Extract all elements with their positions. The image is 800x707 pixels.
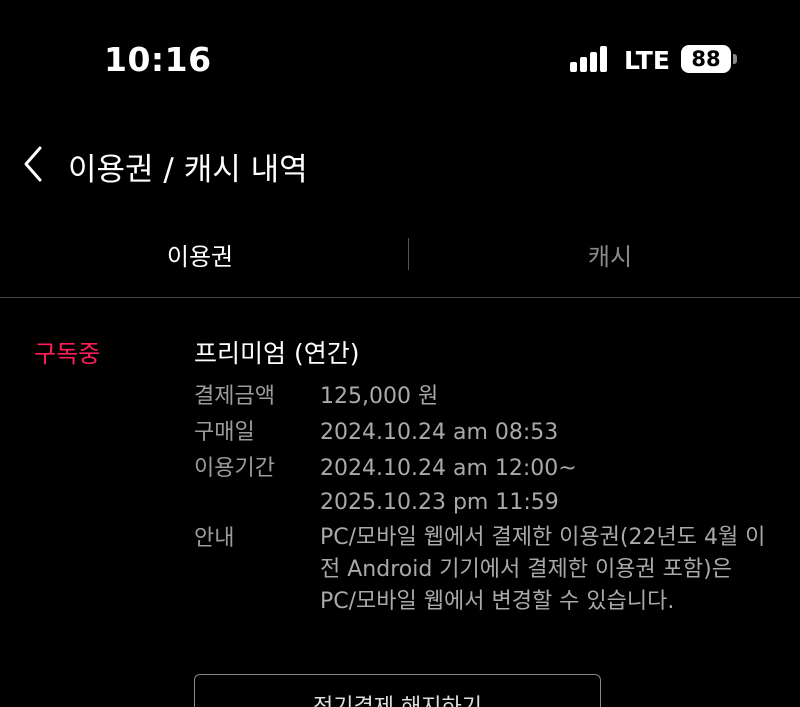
detail-value-period: 2024.10.24 am 12:00~ 2025.10.23 pm 11:59 bbox=[320, 452, 770, 520]
detail-row-notice: 안내 PC/모바일 웹에서 결제한 이용권(22년도 4월 이전 Android… bbox=[194, 522, 784, 618]
battery-icon: 88 bbox=[681, 45, 731, 73]
tab-bar: 이용권 캐시 bbox=[0, 226, 800, 298]
detail-row-purchase-date: 구매일 2024.10.24 am 08:53 bbox=[194, 416, 784, 450]
network-type: LTE bbox=[624, 46, 670, 75]
detail-value-notice: PC/모바일 웹에서 결제한 이용권(22년도 4월 이전 Android 기기… bbox=[320, 525, 766, 614]
battery-cap bbox=[733, 54, 737, 64]
tab-divider bbox=[408, 238, 409, 270]
detail-label: 결제금액 bbox=[194, 384, 275, 409]
back-button[interactable] bbox=[18, 144, 54, 184]
status-time: 10:16 bbox=[104, 40, 212, 79]
cancel-subscription-button[interactable]: 정기결제 해지하기 bbox=[194, 674, 601, 707]
tab-cash[interactable]: 캐시 bbox=[410, 226, 800, 282]
battery-level: 88 bbox=[691, 47, 721, 71]
subscription-details: 결제금액 125,000 원 구매일 2024.10.24 am 08:53 이… bbox=[194, 380, 784, 618]
status-bar: 10:16 LTE 88 bbox=[0, 0, 800, 120]
detail-label: 안내 bbox=[194, 526, 235, 551]
detail-row-amount: 결제금액 125,000 원 bbox=[194, 380, 784, 414]
tab-subscription[interactable]: 이용권 bbox=[0, 226, 400, 282]
detail-label: 이용기간 bbox=[194, 456, 275, 481]
nav-bar: 이용권 / 캐시 내역 bbox=[0, 130, 800, 200]
plan-name: 프리미엄 (연간) bbox=[194, 339, 360, 368]
detail-row-period: 이용기간 2024.10.24 am 12:00~ 2025.10.23 pm … bbox=[194, 452, 784, 520]
chevron-left-icon bbox=[24, 146, 42, 182]
detail-label: 구매일 bbox=[194, 420, 255, 445]
detail-value: 125,000 원 bbox=[320, 384, 439, 409]
period-start: 2024.10.24 am 12:00~ bbox=[320, 456, 577, 481]
page-title: 이용권 / 캐시 내역 bbox=[68, 152, 308, 188]
subscription-status-badge: 구독중 bbox=[34, 340, 101, 368]
signal-icon bbox=[570, 46, 610, 72]
detail-value: 2024.10.24 am 08:53 bbox=[320, 420, 559, 445]
period-end: 2025.10.23 pm 11:59 bbox=[320, 490, 559, 515]
